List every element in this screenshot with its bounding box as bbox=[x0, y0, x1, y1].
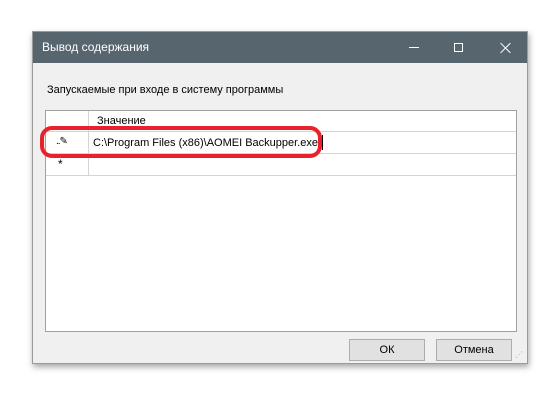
list-caption: Запускаемые при входе в систему программ… bbox=[47, 84, 284, 96]
resize-grip-icon[interactable]: ⋰ bbox=[515, 351, 525, 361]
maximize-icon bbox=[454, 43, 463, 52]
title-bar[interactable]: Вывод содержания bbox=[33, 32, 527, 63]
row-header-new[interactable]: * bbox=[46, 154, 89, 175]
grid-corner-header bbox=[46, 111, 89, 131]
ok-button[interactable]: ОК bbox=[349, 339, 425, 361]
values-grid[interactable]: Значение ..✎ * bbox=[45, 110, 517, 332]
pencil-icon: ..✎ bbox=[56, 136, 68, 147]
dialog-window: Вывод содержания Запускаемые при входе в… bbox=[32, 31, 528, 364]
minimize-button[interactable] bbox=[391, 32, 436, 63]
cancel-button[interactable]: Отмена bbox=[436, 339, 512, 361]
new-row-icon: * bbox=[58, 157, 63, 171]
window-title: Вывод содержания bbox=[42, 40, 150, 54]
close-icon bbox=[500, 42, 512, 54]
minimize-icon bbox=[408, 47, 419, 48]
grid-header: Значение bbox=[46, 111, 516, 132]
table-row[interactable]: ..✎ bbox=[46, 132, 516, 154]
close-button[interactable] bbox=[483, 32, 528, 63]
column-header-value[interactable]: Значение bbox=[97, 115, 146, 127]
text-caret bbox=[322, 135, 323, 150]
value-cell-input[interactable] bbox=[90, 133, 325, 152]
table-row[interactable]: * bbox=[46, 154, 516, 176]
row-header-editing[interactable]: ..✎ bbox=[46, 132, 89, 153]
maximize-button[interactable] bbox=[436, 32, 481, 63]
